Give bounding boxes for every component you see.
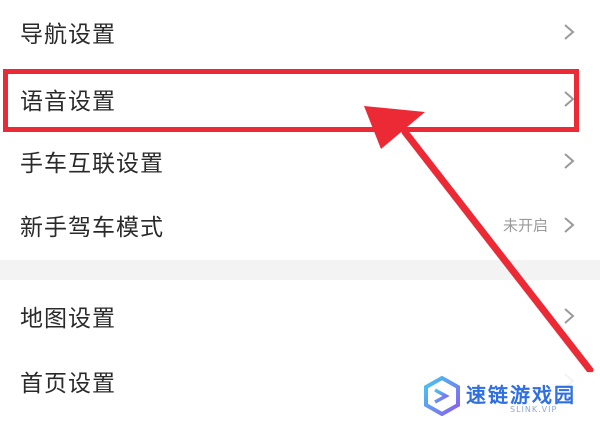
annotation-arrow xyxy=(364,106,594,374)
watermark-subtitle: SLINK.VIP xyxy=(510,405,558,414)
watermark-title: 速链游戏园 xyxy=(466,383,576,407)
watermark: 速链游戏园 SLINK.VIP xyxy=(414,372,600,423)
watermark-logo-icon xyxy=(424,376,460,416)
